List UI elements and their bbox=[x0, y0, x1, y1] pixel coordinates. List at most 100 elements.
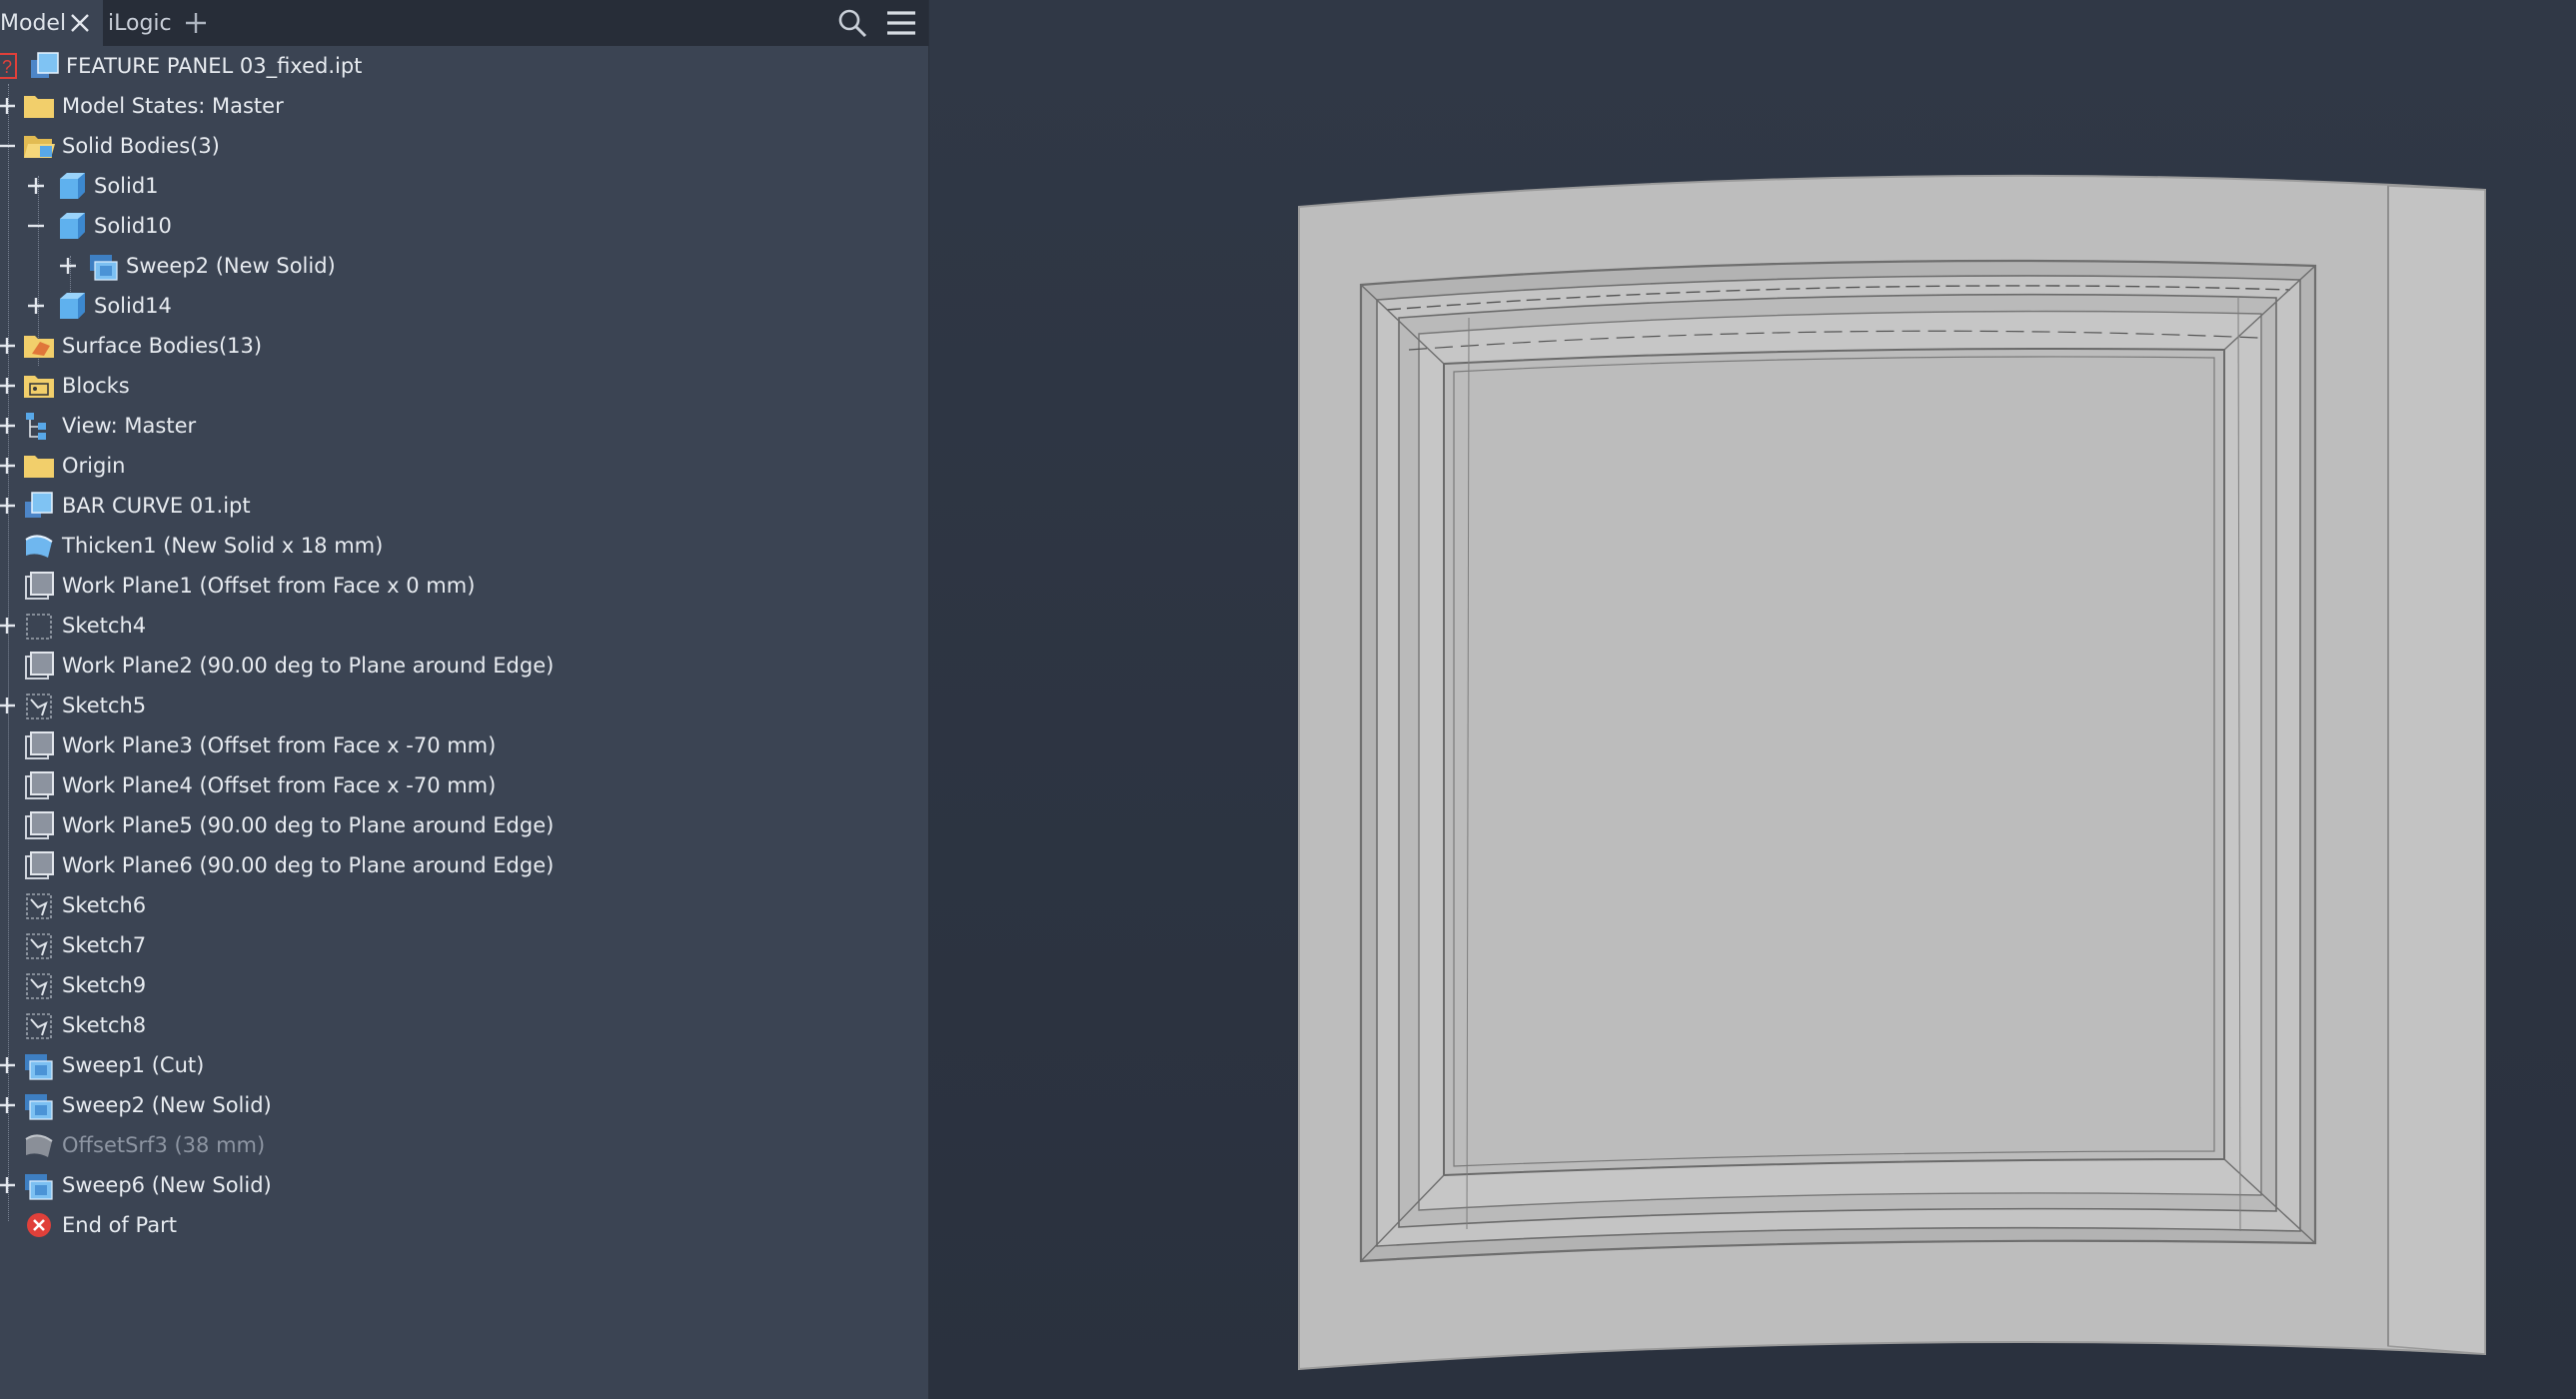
tree-item-label: Blocks bbox=[62, 374, 130, 398]
tree-item-label: Solid10 bbox=[94, 214, 172, 238]
tree-item-work-plane3[interactable]: Work Plane3 (Offset from Face x -70 mm) bbox=[0, 725, 928, 765]
expand-plus-icon[interactable] bbox=[27, 297, 45, 315]
tree-item-label: BAR CURVE 01.ipt bbox=[62, 494, 251, 518]
offset-surface-icon bbox=[25, 1134, 53, 1157]
work-plane-icon bbox=[25, 572, 54, 600]
tree-item-label: Work Plane3 (Offset from Face x -70 mm) bbox=[62, 733, 497, 757]
tree-item-label: Sweep1 (Cut) bbox=[62, 1053, 205, 1077]
tree-item-sketch7[interactable]: Sketch7 bbox=[0, 925, 928, 965]
tree-item-label: Sketch6 bbox=[62, 893, 147, 917]
tree-item-label: FEATURE PANEL 03_fixed.ipt bbox=[66, 54, 363, 78]
tree-item-label: Work Plane1 (Offset from Face x 0 mm) bbox=[62, 574, 476, 598]
tree-item-label: Sweep6 (New Solid) bbox=[62, 1173, 272, 1197]
tree-item-work-plane5[interactable]: Work Plane5 (90.00 deg to Plane around E… bbox=[0, 805, 928, 845]
tree-item-sweep2[interactable]: Sweep2 (New Solid) bbox=[0, 1085, 928, 1125]
tree-item-label: Solid Bodies(3) bbox=[62, 134, 220, 158]
tree-item-solid14[interactable]: Solid14 bbox=[0, 286, 928, 326]
collapse-minus-icon[interactable] bbox=[27, 217, 45, 235]
tree-item-sweep2-child[interactable]: Sweep2 (New Solid) bbox=[0, 246, 928, 286]
view-rep-icon bbox=[26, 413, 46, 440]
inner-panel-face bbox=[1443, 347, 2225, 1177]
expand-plus-icon[interactable] bbox=[59, 257, 77, 275]
tree-item-surface-bodies[interactable]: Surface Bodies(13) bbox=[0, 326, 928, 366]
tree-item-label: Origin bbox=[62, 454, 126, 478]
tree-item-sketch5[interactable]: Sketch5 bbox=[0, 686, 928, 725]
tree-item-origin[interactable]: Origin bbox=[0, 446, 928, 486]
tree-item-label: Thicken1 (New Solid x 18 mm) bbox=[62, 534, 384, 558]
tree-item-label: Sketch8 bbox=[62, 1013, 147, 1037]
graphics-viewport[interactable] bbox=[929, 0, 2576, 1399]
plus-icon[interactable] bbox=[184, 11, 208, 35]
question-icon: ? bbox=[0, 53, 17, 79]
tree-item-sweep6[interactable]: Sweep6 (New Solid) bbox=[0, 1165, 928, 1205]
expand-plus-icon[interactable] bbox=[0, 1096, 16, 1114]
expand-plus-icon[interactable] bbox=[0, 497, 16, 515]
search-icon[interactable] bbox=[837, 8, 867, 38]
tree-item-label: Sweep2 (New Solid) bbox=[126, 254, 336, 278]
tree-item-label: Work Plane2 (90.00 deg to Plane around E… bbox=[62, 654, 555, 678]
expand-plus-icon[interactable] bbox=[0, 1056, 16, 1074]
tree-item-end-of-part[interactable]: End of Part bbox=[0, 1205, 928, 1245]
tab-ilogic-label: iLogic bbox=[108, 10, 172, 36]
folder-icon bbox=[24, 96, 54, 118]
tree-item-label: Work Plane4 (Offset from Face x -70 mm) bbox=[62, 773, 497, 797]
tree-item-solid-bodies[interactable]: Solid Bodies(3) bbox=[0, 126, 928, 166]
sweep-icon bbox=[25, 1094, 53, 1120]
expand-plus-icon[interactable] bbox=[0, 617, 16, 635]
tree-item-view-master[interactable]: View: Master bbox=[0, 406, 928, 446]
panel-side-strip bbox=[2387, 185, 2486, 1355]
expand-plus-icon[interactable] bbox=[27, 177, 45, 195]
sketch-icon bbox=[26, 973, 52, 999]
expand-plus-icon[interactable] bbox=[0, 377, 16, 395]
tree-item-solid10[interactable]: Solid10 bbox=[0, 206, 928, 246]
tree-item-work-plane4[interactable]: Work Plane4 (Offset from Face x -70 mm) bbox=[0, 765, 928, 805]
work-plane-icon bbox=[25, 851, 54, 879]
sketch-icon bbox=[26, 614, 52, 640]
tree-item-bar-curve[interactable]: BAR CURVE 01.ipt bbox=[0, 486, 928, 526]
solid-body-icon bbox=[60, 293, 85, 319]
tab-ilogic[interactable]: iLogic bbox=[108, 0, 172, 46]
tree-item-sketch4[interactable]: Sketch4 bbox=[0, 606, 928, 646]
expand-plus-icon[interactable] bbox=[0, 337, 16, 355]
expand-plus-icon[interactable] bbox=[0, 1176, 16, 1194]
close-icon[interactable] bbox=[68, 11, 92, 35]
tree-item-label: Sketch4 bbox=[62, 614, 147, 638]
solid-body-icon bbox=[60, 173, 85, 199]
tree-item-work-plane6[interactable]: Work Plane6 (90.00 deg to Plane around E… bbox=[0, 845, 928, 885]
panel-model-render bbox=[1298, 174, 2486, 1371]
tree-item-sketch6[interactable]: Sketch6 bbox=[0, 885, 928, 925]
tree-item-offsetsrf3[interactable]: OffsetSrf3 (38 mm) bbox=[0, 1125, 928, 1165]
expand-plus-icon[interactable] bbox=[0, 697, 16, 714]
folder-icon bbox=[24, 456, 54, 478]
tree-item-sketch8[interactable]: Sketch8 bbox=[0, 1005, 928, 1045]
work-plane-icon bbox=[25, 731, 54, 759]
sketch-icon bbox=[26, 694, 52, 719]
tree-item-solid1[interactable]: Solid1 bbox=[0, 166, 928, 206]
tree-item-blocks[interactable]: Blocks bbox=[0, 366, 928, 406]
tree-item-label: Solid1 bbox=[94, 174, 159, 198]
blocks-folder-icon bbox=[24, 376, 54, 398]
expand-plus-icon[interactable] bbox=[0, 417, 16, 435]
tree-item-label: Sketch9 bbox=[62, 973, 147, 997]
tree-item-label: View: Master bbox=[62, 414, 197, 438]
expand-plus-icon[interactable] bbox=[0, 97, 16, 115]
hamburger-menu-icon[interactable] bbox=[886, 10, 916, 36]
tree-item-label: Sketch5 bbox=[62, 694, 147, 717]
tree-item-label: OffsetSrf3 (38 mm) bbox=[62, 1133, 266, 1157]
tree-item-label: Work Plane5 (90.00 deg to Plane around E… bbox=[62, 813, 555, 837]
tree-item-model-states[interactable]: Model States: Master bbox=[0, 86, 928, 126]
tree-item-sketch9[interactable]: Sketch9 bbox=[0, 965, 928, 1005]
tree-item-root[interactable]: ? FEATURE PANEL 03_fixed.ipt bbox=[0, 46, 928, 86]
expand-plus-icon[interactable] bbox=[0, 457, 16, 475]
tree-item-label: Surface Bodies(13) bbox=[62, 334, 263, 358]
surface-folder-icon bbox=[24, 336, 54, 358]
tree-item-thicken1[interactable]: Thicken1 (New Solid x 18 mm) bbox=[0, 526, 928, 566]
tree-item-work-plane2[interactable]: Work Plane2 (90.00 deg to Plane around E… bbox=[0, 646, 928, 686]
tree-item-work-plane1[interactable]: Work Plane1 (Offset from Face x 0 mm) bbox=[0, 566, 928, 606]
tree-item-sweep1[interactable]: Sweep1 (Cut) bbox=[0, 1045, 928, 1085]
collapse-minus-icon[interactable] bbox=[0, 137, 16, 155]
folder-open-icon bbox=[24, 136, 55, 158]
sweep-icon bbox=[90, 255, 118, 281]
tree-item-label: Sweep2 (New Solid) bbox=[62, 1093, 272, 1117]
sketch-icon bbox=[26, 1013, 52, 1039]
